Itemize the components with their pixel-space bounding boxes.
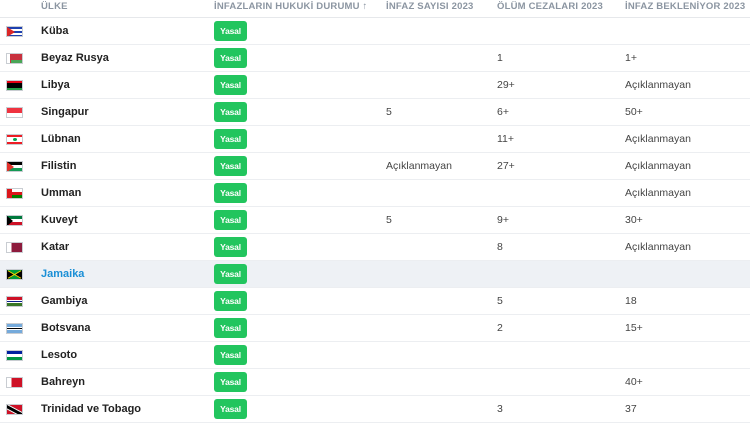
table-row[interactable]: Kuveyt Yasal 5 9+ 30+ xyxy=(0,207,750,234)
legal-status-badge: Yasal xyxy=(214,345,247,365)
death-sentences-value: 11+ xyxy=(497,133,515,145)
death-sentences-value: 2 xyxy=(497,322,503,334)
death-sentences-value: 27+ xyxy=(497,160,515,172)
country-name[interactable]: Beyaz Rusya xyxy=(41,45,109,71)
country-name[interactable]: Umman xyxy=(41,180,81,206)
col-executions-header[interactable]: İNFAZ SAYISI 2023 xyxy=(386,0,474,13)
table-row[interactable]: Bahreyn Yasal 40+ xyxy=(0,369,750,396)
table-row[interactable]: Singapur Yasal 5 6+ 50+ xyxy=(0,99,750,126)
legal-status-badge: Yasal xyxy=(214,210,247,230)
death-sentences-value: 3 xyxy=(497,403,503,415)
executions-value: 5 xyxy=(386,214,392,226)
legal-status-badge: Yasal xyxy=(214,183,247,203)
executions-value: Açıklanmayan xyxy=(386,160,452,172)
legal-status-badge: Yasal xyxy=(214,264,247,284)
awaiting-value: 40+ xyxy=(625,376,643,388)
country-name[interactable]: Libya xyxy=(41,72,70,98)
death-sentences-value: 29+ xyxy=(497,79,515,91)
jamaica-flag-icon xyxy=(6,269,23,280)
table-row[interactable]: Umman Yasal Açıklanmayan xyxy=(0,180,750,207)
palestine-flag-icon xyxy=(6,161,23,172)
table-row[interactable]: Libya Yasal 29+ Açıklanmayan xyxy=(0,72,750,99)
kuwait-flag-icon xyxy=(6,215,23,226)
country-name[interactable]: Gambiya xyxy=(41,288,87,314)
legal-status-badge: Yasal xyxy=(214,21,247,41)
death-sentences-value: 9+ xyxy=(497,214,509,226)
country-name[interactable]: Bahreyn xyxy=(41,369,85,395)
country-name[interactable]: Küba xyxy=(41,18,69,44)
awaiting-value: Açıklanmayan xyxy=(625,160,691,172)
trinidad-tobago-flag-icon xyxy=(6,404,23,415)
country-name[interactable]: Katar xyxy=(41,234,69,260)
col-country-header[interactable]: ÜLKE xyxy=(41,0,68,13)
bahrain-flag-icon xyxy=(6,377,23,388)
awaiting-value: Açıklanmayan xyxy=(625,187,691,199)
death-penalty-table: ÜLKE İNFAZLARIN HUKUKİ DURUMU ↑ İNFAZ SA… xyxy=(0,0,750,423)
country-name[interactable]: Lübnan xyxy=(41,126,81,152)
table-row[interactable]: Lübnan Yasal 11+ Açıklanmayan xyxy=(0,126,750,153)
death-sentences-value: 8 xyxy=(497,241,503,253)
death-sentences-value: 6+ xyxy=(497,106,509,118)
legal-status-badge: Yasal xyxy=(214,237,247,257)
country-name[interactable]: Kuveyt xyxy=(41,207,78,233)
country-name[interactable]: Lesoto xyxy=(41,342,77,368)
awaiting-value: Açıklanmayan xyxy=(625,241,691,253)
legal-status-badge: Yasal xyxy=(214,399,247,419)
country-name[interactable]: Trinidad ve Tobago xyxy=(41,396,141,422)
table-row[interactable]: Jamaika Yasal xyxy=(0,261,750,288)
awaiting-value: 50+ xyxy=(625,106,643,118)
lebanon-flag-icon xyxy=(6,134,23,145)
legal-status-badge: Yasal xyxy=(214,129,247,149)
awaiting-value: Açıklanmayan xyxy=(625,79,691,91)
libya-flag-icon xyxy=(6,80,23,91)
awaiting-value: 1+ xyxy=(625,52,637,64)
legal-status-badge: Yasal xyxy=(214,102,247,122)
table-row[interactable]: Lesoto Yasal xyxy=(0,342,750,369)
country-name[interactable]: Jamaika xyxy=(41,261,84,287)
country-name[interactable]: Singapur xyxy=(41,99,89,125)
legal-status-badge: Yasal xyxy=(214,372,247,392)
death-sentences-value: 5 xyxy=(497,295,503,307)
legal-status-badge: Yasal xyxy=(214,75,247,95)
table-row[interactable]: Gambiya Yasal 5 18 xyxy=(0,288,750,315)
table-row[interactable]: Botsvana Yasal 2 15+ xyxy=(0,315,750,342)
country-name[interactable]: Botsvana xyxy=(41,315,91,341)
gambia-flag-icon xyxy=(6,296,23,307)
awaiting-value: 37 xyxy=(625,403,637,415)
table-row[interactable]: Trinidad ve Tobago Yasal 3 37 xyxy=(0,396,750,423)
legal-status-badge: Yasal xyxy=(214,291,247,311)
table-row[interactable]: Katar Yasal 8 Açıklanmayan xyxy=(0,234,750,261)
col-legal-status-header[interactable]: İNFAZLARIN HUKUKİ DURUMU ↑ xyxy=(214,0,368,13)
col-death-sentences-header[interactable]: ÖLÜM CEZALARI 2023 xyxy=(497,0,603,13)
legal-status-badge: Yasal xyxy=(214,48,247,68)
oman-flag-icon xyxy=(6,188,23,199)
belarus-flag-icon xyxy=(6,53,23,64)
executions-value: 5 xyxy=(386,106,392,118)
awaiting-value: Açıklanmayan xyxy=(625,133,691,145)
table-row[interactable]: Filistin Yasal Açıklanmayan 27+ Açıklanm… xyxy=(0,153,750,180)
table-row[interactable]: Beyaz Rusya Yasal 1 1+ xyxy=(0,45,750,72)
botswana-flag-icon xyxy=(6,323,23,334)
awaiting-value: 30+ xyxy=(625,214,643,226)
awaiting-value: 15+ xyxy=(625,322,643,334)
col-awaiting-header[interactable]: İNFAZ BEKLENİYOR 2023 xyxy=(625,0,745,13)
country-name[interactable]: Filistin xyxy=(41,153,76,179)
cuba-flag-icon xyxy=(6,26,23,37)
lesotho-flag-icon xyxy=(6,350,23,361)
legal-status-badge: Yasal xyxy=(214,156,247,176)
awaiting-value: 18 xyxy=(625,295,637,307)
singapore-flag-icon xyxy=(6,107,23,118)
legal-status-badge: Yasal xyxy=(214,318,247,338)
table-row[interactable]: Küba Yasal xyxy=(0,18,750,45)
death-sentences-value: 1 xyxy=(497,52,503,64)
qatar-flag-icon xyxy=(6,242,23,253)
table-header: ÜLKE İNFAZLARIN HUKUKİ DURUMU ↑ İNFAZ SA… xyxy=(0,0,750,18)
